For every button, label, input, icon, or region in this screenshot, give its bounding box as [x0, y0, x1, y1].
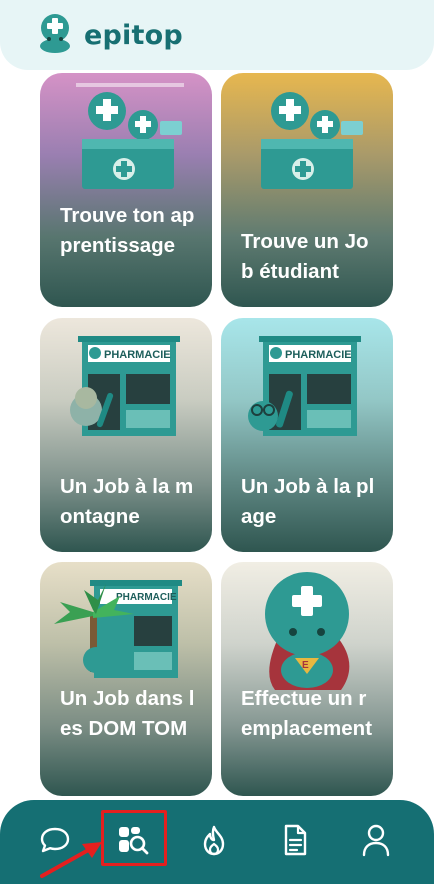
card-replacement[interactable]: E Effectue un remplacement — [221, 562, 393, 796]
card-label: Un Job à la plage — [241, 475, 375, 528]
nav-profile[interactable] — [354, 818, 398, 862]
card-label: Un Job dans les DOM TOM — [60, 687, 195, 740]
card-label: Trouve ton apprentissage — [60, 204, 195, 257]
pharmacy-sign: PHARMACIE — [104, 349, 171, 361]
nav-trending[interactable] — [192, 818, 236, 862]
card-label: Un Job à la montagne — [60, 475, 194, 528]
card-label: Effectue un remplacement — [241, 687, 373, 740]
svg-text:E: E — [302, 660, 309, 671]
nav-chat[interactable] — [33, 818, 77, 862]
nav-documents[interactable] — [273, 818, 317, 862]
user-icon — [362, 824, 390, 857]
document-icon — [284, 824, 307, 856]
chat-bubble-icon — [40, 827, 70, 853]
bottom-navigation-bar — [0, 800, 434, 884]
app-header: epitop — [0, 0, 434, 70]
card-label: Trouve un Job étudiant — [241, 230, 369, 283]
pharmacy-mascot-logo-icon[interactable] — [36, 12, 74, 54]
card-dom-tom-job[interactable]: PHARMACIE Un Job dans les DOM TOM — [40, 562, 212, 796]
nav-job-search[interactable] — [111, 818, 155, 862]
card-apprenticeship[interactable]: Trouve ton apprentissage — [40, 73, 212, 307]
card-mountain-job[interactable]: PHARMACIE Un Job à la montagne — [40, 318, 212, 552]
card-student-job[interactable]: Trouve un Job étudiant — [221, 73, 393, 307]
flame-icon — [203, 825, 225, 856]
search-grid-icon — [119, 827, 149, 855]
pharmacy-sign: PHARMACIE — [285, 349, 352, 361]
pharmacy-sign: PHARMACIE — [116, 592, 177, 603]
brand-name: epitop — [84, 20, 183, 51]
card-beach-job[interactable]: PHARMACIE Un Job à la plage — [221, 318, 393, 552]
